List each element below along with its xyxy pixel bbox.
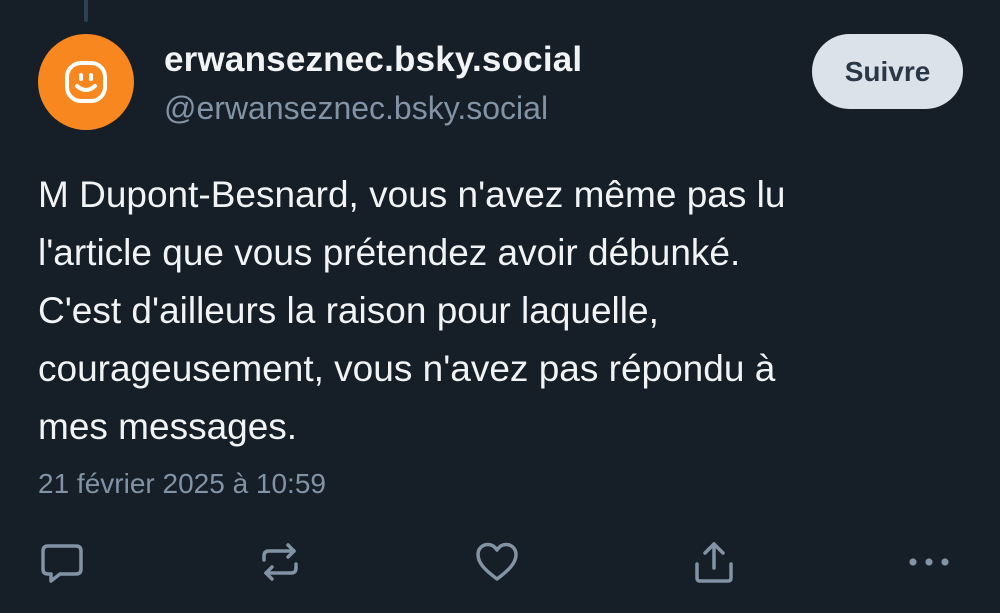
avatar[interactable] xyxy=(38,34,134,130)
post-text-line: C'est d'ailleurs la raison pour laquelle… xyxy=(38,290,659,331)
repost-icon xyxy=(262,543,298,581)
follow-button[interactable]: Suivre xyxy=(812,34,963,109)
heart-icon xyxy=(476,542,518,581)
reply-button[interactable] xyxy=(36,536,88,588)
smiley-face-icon xyxy=(65,61,107,103)
thread-connector-line xyxy=(84,0,88,22)
post-text: M Dupont-Besnard, vous n'avez même pas l… xyxy=(38,166,968,456)
more-options-icon xyxy=(909,558,949,566)
like-button[interactable] xyxy=(471,536,523,588)
author-display-name[interactable]: erwanseznec.bsky.social xyxy=(164,40,582,80)
reply-icon xyxy=(41,544,83,583)
repost-button[interactable] xyxy=(254,536,306,588)
author-handle[interactable]: @erwanseznec.bsky.social xyxy=(164,90,548,127)
post-text-line: l'article que vous prétendez avoir débun… xyxy=(38,232,741,273)
share-button[interactable] xyxy=(688,536,740,588)
post-text-line: courageusement, vous n'avez pas répondu … xyxy=(38,348,776,389)
post-timestamp[interactable]: 21 février 2025 à 10:59 xyxy=(38,468,326,500)
post-text-line: mes messages. xyxy=(38,406,298,447)
post-text-line: M Dupont-Besnard, vous n'avez même pas l… xyxy=(38,174,786,215)
share-icon xyxy=(695,542,733,583)
more-options-button[interactable] xyxy=(903,536,955,588)
